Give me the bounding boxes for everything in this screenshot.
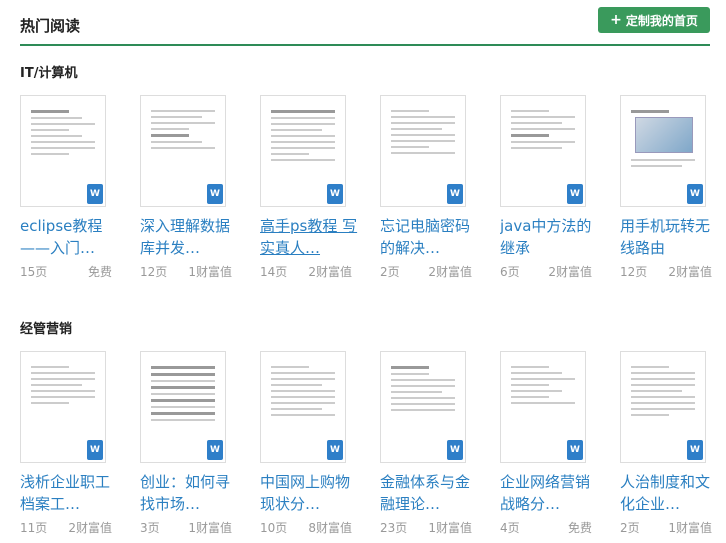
word-doc-icon: W bbox=[327, 184, 343, 204]
doc-price: 2财富值 bbox=[308, 265, 352, 279]
doc-meta: 12页 1财富值 bbox=[140, 263, 232, 280]
doc-meta: 23页 1财富值 bbox=[380, 519, 472, 536]
doc-card[interactable]: W eclipse教程——入门… 15页 免费 bbox=[20, 95, 120, 280]
doc-title-link[interactable]: 深入理解数据库并发… bbox=[140, 215, 238, 259]
doc-title-link[interactable]: java中方法的继承 bbox=[500, 215, 598, 259]
doc-card[interactable]: W 浅析企业职工档案工… 11页 2财富值 bbox=[20, 351, 120, 536]
doc-card[interactable]: W 创业：如何寻找市场… 3页 1财富值 bbox=[140, 351, 240, 536]
doc-card[interactable]: W 中国网上购物现状分… 10页 8财富值 bbox=[260, 351, 360, 536]
section-title-management: 经管营销 bbox=[20, 322, 73, 337]
section-title-it: IT/计算机 bbox=[20, 66, 78, 81]
doc-meta: 3页 1财富值 bbox=[140, 519, 232, 536]
page-count: 14页 bbox=[260, 265, 288, 279]
doc-meta: 11页 2财富值 bbox=[20, 519, 112, 536]
page-count: 11页 bbox=[20, 521, 48, 535]
doc-thumbnail[interactable]: W bbox=[140, 351, 226, 463]
page-count: 2页 bbox=[620, 521, 640, 535]
doc-card[interactable]: W 深入理解数据库并发… 12页 1财富值 bbox=[140, 95, 240, 280]
doc-price: 1财富值 bbox=[188, 521, 232, 535]
doc-meta: 2页 2财富值 bbox=[380, 263, 472, 280]
doc-card[interactable]: W 用手机玩转无线路由 12页 2财富值 bbox=[620, 95, 720, 280]
doc-title-link[interactable]: eclipse教程——入门… bbox=[20, 215, 118, 259]
word-doc-icon: W bbox=[207, 440, 223, 460]
doc-meta: 14页 2财富值 bbox=[260, 263, 352, 280]
doc-price: 2财富值 bbox=[68, 521, 112, 535]
doc-title-link[interactable]: 浅析企业职工档案工… bbox=[20, 471, 118, 515]
doc-price: 8财富值 bbox=[308, 521, 352, 535]
doc-thumbnail[interactable]: W bbox=[20, 95, 106, 207]
doc-meta: 2页 1财富值 bbox=[620, 519, 712, 536]
doc-meta: 6页 2财富值 bbox=[500, 263, 592, 280]
doc-price: 免费 bbox=[87, 265, 112, 279]
customize-homepage-button[interactable]: + 定制我的首页 bbox=[598, 7, 710, 33]
page-count: 12页 bbox=[140, 265, 168, 279]
doc-price: 1财富值 bbox=[668, 521, 712, 535]
doc-thumbnail[interactable]: W bbox=[20, 351, 106, 463]
doc-price: 免费 bbox=[567, 521, 592, 535]
doc-card[interactable]: W 高手ps教程 写实真人… 14页 2财富值 bbox=[260, 95, 360, 280]
doc-title-link[interactable]: 人治制度和文化企业… bbox=[620, 471, 718, 515]
doc-meta: 15页 免费 bbox=[20, 263, 112, 280]
page-count: 3页 bbox=[140, 521, 160, 535]
doc-price: 2财富值 bbox=[428, 265, 472, 279]
doc-title-link[interactable]: 高手ps教程 写实真人… bbox=[260, 215, 358, 259]
doc-thumbnail[interactable]: W bbox=[260, 95, 346, 207]
doc-meta: 4页 免费 bbox=[500, 519, 592, 536]
doc-thumbnail[interactable]: W bbox=[380, 95, 466, 207]
doc-title-link[interactable]: 金融体系与金融理论… bbox=[380, 471, 478, 515]
page-count: 10页 bbox=[260, 521, 288, 535]
doc-thumbnail[interactable]: W bbox=[380, 351, 466, 463]
doc-thumbnail[interactable]: W bbox=[140, 95, 226, 207]
doc-card[interactable]: W java中方法的继承 6页 2财富值 bbox=[500, 95, 600, 280]
customize-homepage-label: 定制我的首页 bbox=[625, 13, 698, 28]
word-doc-icon: W bbox=[687, 184, 703, 204]
doc-card[interactable]: W 金融体系与金融理论… 23页 1财富值 bbox=[380, 351, 480, 536]
section-header: 热门阅读 + 定制我的首页 bbox=[20, 0, 710, 46]
doc-price: 1财富值 bbox=[428, 521, 472, 535]
word-doc-icon: W bbox=[327, 440, 343, 460]
word-doc-icon: W bbox=[567, 184, 583, 204]
doc-thumbnail[interactable]: W bbox=[620, 95, 706, 207]
doc-card[interactable]: W 忘记电脑密码的解决… 2页 2财富值 bbox=[380, 95, 480, 280]
doc-price: 1财富值 bbox=[188, 265, 232, 279]
page-count: 15页 bbox=[20, 265, 48, 279]
page-title: 热门阅读 bbox=[20, 17, 81, 35]
doc-title-link[interactable]: 创业：如何寻找市场… bbox=[140, 471, 238, 515]
doc-card[interactable]: W 企业网络营销战略分… 4页 免费 bbox=[500, 351, 600, 536]
doc-price: 2财富值 bbox=[548, 265, 592, 279]
doc-title-link[interactable]: 企业网络营销战略分… bbox=[500, 471, 598, 515]
doc-title-link[interactable]: 中国网上购物现状分… bbox=[260, 471, 358, 515]
plus-icon: + bbox=[610, 12, 622, 28]
doc-title-link[interactable]: 忘记电脑密码的解决… bbox=[380, 215, 478, 259]
doc-card[interactable]: W 人治制度和文化企业… 2页 1财富值 bbox=[620, 351, 720, 536]
doc-title-link[interactable]: 用手机玩转无线路由 bbox=[620, 215, 718, 259]
word-doc-icon: W bbox=[207, 184, 223, 204]
doc-meta: 10页 8财富值 bbox=[260, 519, 352, 536]
doc-meta: 12页 2财富值 bbox=[620, 263, 712, 280]
page-count: 4页 bbox=[500, 521, 520, 535]
word-doc-icon: W bbox=[567, 440, 583, 460]
word-doc-icon: W bbox=[447, 184, 463, 204]
doc-thumbnail[interactable]: W bbox=[260, 351, 346, 463]
word-doc-icon: W bbox=[447, 440, 463, 460]
page-count: 12页 bbox=[620, 265, 648, 279]
word-doc-icon: W bbox=[687, 440, 703, 460]
doc-thumbnail[interactable]: W bbox=[500, 95, 586, 207]
doc-thumbnail[interactable]: W bbox=[620, 351, 706, 463]
page-count: 2页 bbox=[380, 265, 400, 279]
doc-thumbnail[interactable]: W bbox=[500, 351, 586, 463]
word-doc-icon: W bbox=[87, 184, 103, 204]
word-doc-icon: W bbox=[87, 440, 103, 460]
page-count: 23页 bbox=[380, 521, 408, 535]
page-count: 6页 bbox=[500, 265, 520, 279]
doc-price: 2财富值 bbox=[668, 265, 712, 279]
